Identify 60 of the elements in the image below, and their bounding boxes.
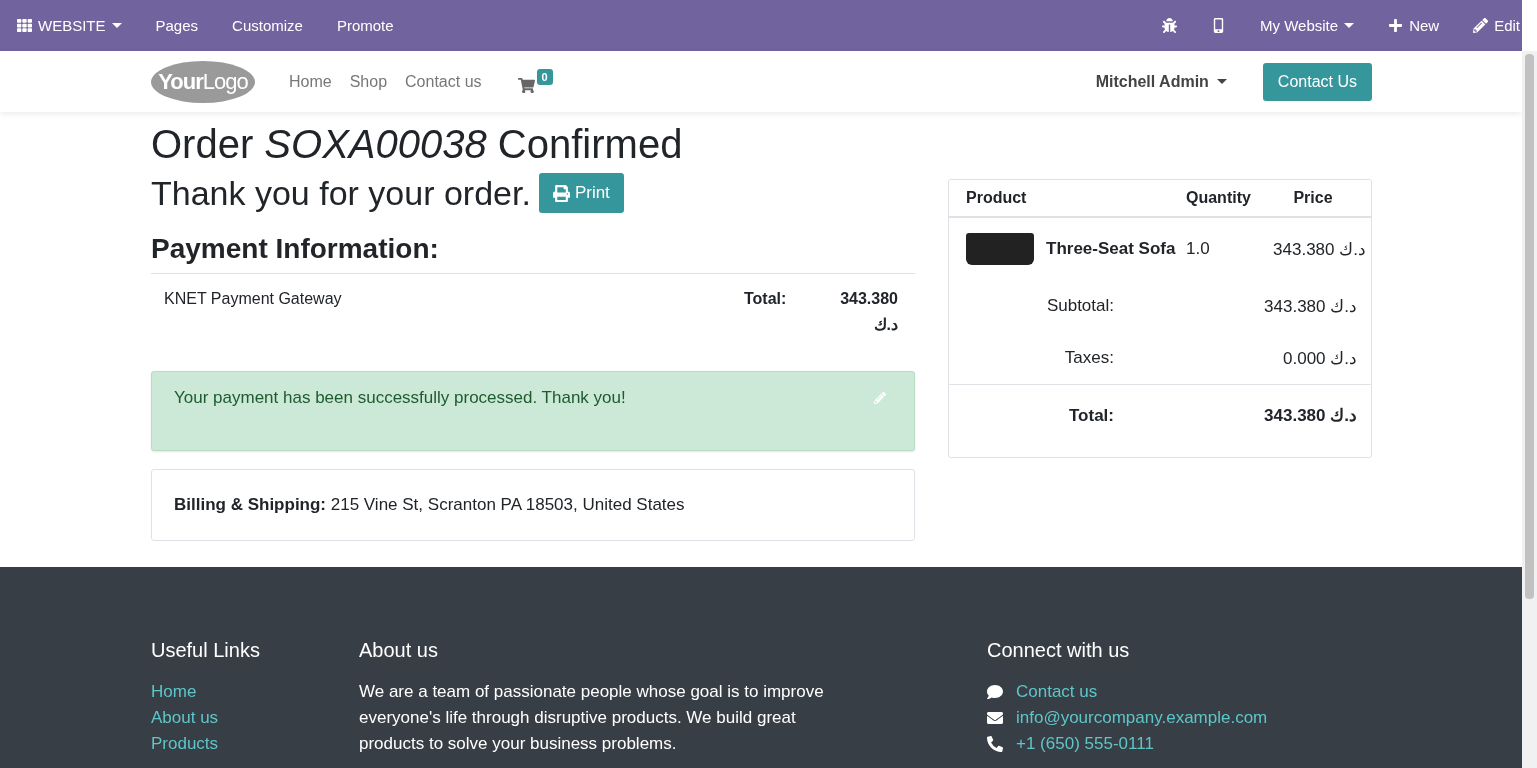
column-header: Product xyxy=(966,189,1028,207)
summary-value: 343.380 د.ك xyxy=(1263,295,1357,317)
caret-icon xyxy=(1344,23,1355,28)
summary-label: Total: xyxy=(1068,405,1114,426)
print-button[interactable]: Print xyxy=(538,173,624,213)
column-header: Price xyxy=(1292,189,1334,207)
contact-us-button[interactable]: Contact Us xyxy=(1262,62,1372,101)
billing-address: Billing & Shipping: 215 Vine St, Scranton PA 18503, United States xyxy=(174,495,685,514)
footer-link[interactable]: Home xyxy=(151,679,359,705)
nav-link[interactable]: Shop xyxy=(349,72,388,91)
summary-value: 0.000 د.ك xyxy=(1282,347,1357,369)
logo[interactable]: YourLogo xyxy=(151,60,255,103)
pencil-icon xyxy=(874,392,886,404)
edit-button[interactable]: Edit xyxy=(1456,0,1522,51)
order-title: Order SOXA00038 Confirmed xyxy=(151,122,684,167)
caret-icon xyxy=(111,23,122,28)
admin-menu-item[interactable]: Pages xyxy=(138,0,216,51)
contact-link[interactable]: +1 (650) 555-0111 xyxy=(1016,731,1154,757)
plus-icon xyxy=(1388,18,1404,33)
cart-link[interactable]: 0 xyxy=(517,69,553,94)
nav-link[interactable]: Home xyxy=(289,72,332,91)
cart-count-badge: 0 xyxy=(536,69,553,85)
contact-link[interactable]: info@yourcompany.example.com xyxy=(1016,705,1268,731)
pencil-icon xyxy=(1473,18,1489,33)
admin-menu-item[interactable]: Promote xyxy=(319,0,411,51)
footer-heading: About us xyxy=(359,639,439,662)
payment-heading: Payment Information: xyxy=(151,233,440,265)
success-message: Your payment has been successfully processed. Thank you! xyxy=(174,388,626,408)
cart-icon xyxy=(517,77,535,94)
quantity-cell-text: 1.0 xyxy=(1186,239,1211,259)
total-amount: 343.380 د.ك xyxy=(839,289,898,335)
envelope-icon xyxy=(987,710,1003,726)
footer-link[interactable]: About us xyxy=(151,705,359,731)
website-switcher[interactable]: My Website xyxy=(1243,0,1372,51)
about-text: We are a team of passionate people whose goal is to improve everyone's life through disruptive products. We build great products to solve your business problems. xyxy=(359,681,825,755)
price-cell-text: 343.380 د.ك xyxy=(1272,238,1366,260)
new-button[interactable]: New xyxy=(1371,0,1457,51)
bug-icon xyxy=(1162,18,1178,33)
summary-value: 343.380 د.ك xyxy=(1263,405,1357,426)
footer-link[interactable]: Products xyxy=(151,731,359,757)
phone-icon xyxy=(987,736,1003,752)
chat-bubble-icon xyxy=(987,684,1003,700)
footer-heading: Useful Links xyxy=(151,639,261,662)
caret-icon xyxy=(1216,79,1227,84)
nav-link[interactable]: Contact us xyxy=(405,72,482,91)
admin-menu-item[interactable]: Customize xyxy=(215,0,320,51)
total-label: Total: xyxy=(744,290,788,309)
column-header: Quantity xyxy=(1186,189,1252,207)
payment-method: KNET Payment Gateway xyxy=(164,290,342,309)
footer-heading: Connect with us xyxy=(987,639,1131,662)
product-photo-placeholder xyxy=(966,233,1034,265)
thank-you-heading: Thank you for your order. xyxy=(151,173,531,213)
contact-link[interactable]: Contact us xyxy=(1016,679,1098,705)
printer-icon xyxy=(552,184,570,202)
summary-label: Subtotal: xyxy=(1045,296,1114,316)
product-name: Three-Seat Sofa xyxy=(1046,239,1176,259)
summary-label: Taxes: xyxy=(1063,348,1114,368)
website-menu[interactable]: WEBSITE xyxy=(17,0,139,51)
apps-icon xyxy=(17,18,32,33)
user-menu[interactable]: Mitchell Admin xyxy=(1095,72,1227,91)
